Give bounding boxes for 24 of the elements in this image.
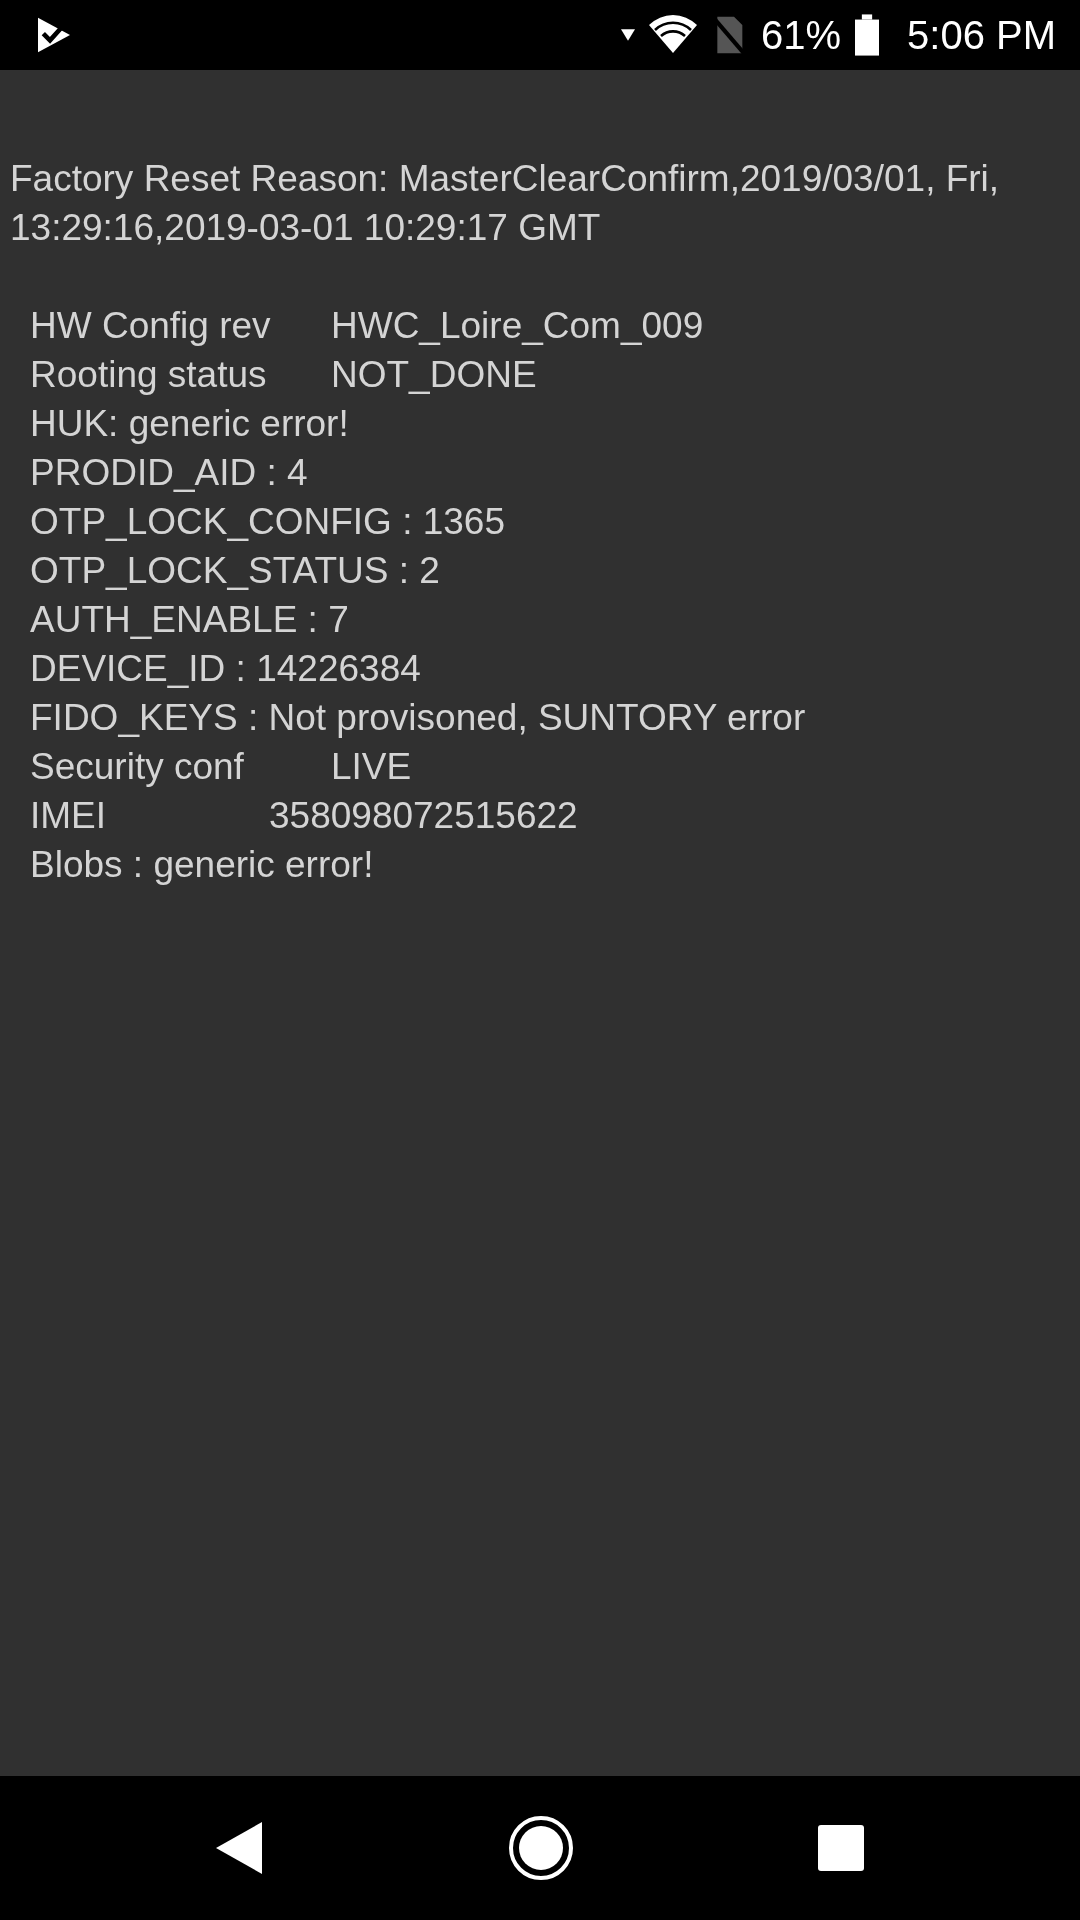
info-line: AUTH_ENABLE : 7 xyxy=(30,598,349,642)
data-activity-icon xyxy=(620,28,635,42)
back-icon[interactable] xyxy=(214,1820,264,1876)
info-label: IMEI xyxy=(30,794,108,838)
info-line: OTP_LOCK_STATUS : 2 xyxy=(30,549,440,593)
info-line: PRODID_AID : 4 xyxy=(30,451,308,495)
info-line: HUK: generic error! xyxy=(30,402,349,446)
info-value: NOT_DONE xyxy=(331,353,537,397)
reset-reason-text: Factory Reset Reason: MasterClearConfirm,2019/03/01, Fri, 13:29:16,2019-03-01 10:29:17 GMT xyxy=(10,157,1001,250)
info-value: HWC_Loire_Com_009 xyxy=(331,304,704,348)
battery-icon xyxy=(855,14,880,56)
info-line: DEVICE_ID : 14226384 xyxy=(30,647,421,691)
info-line: OTP_LOCK_CONFIG : 1365 xyxy=(30,500,505,544)
info-label: Security conf xyxy=(30,745,245,789)
info-value: 358098072515622 xyxy=(269,794,578,838)
home-icon[interactable] xyxy=(508,1815,574,1881)
info-line: Blobs : generic error! xyxy=(30,843,374,887)
info-line: FIDO_KEYS : Not provisoned, SUNTORY error xyxy=(30,696,806,740)
wifi-icon xyxy=(648,15,697,55)
battery-percentage: 61% xyxy=(760,12,842,58)
info-value: LIVE xyxy=(331,745,412,789)
info-label: Rooting status xyxy=(30,353,268,397)
clock-time: 5:06 PM xyxy=(907,12,1056,58)
info-label: HW Config rev xyxy=(30,304,272,348)
